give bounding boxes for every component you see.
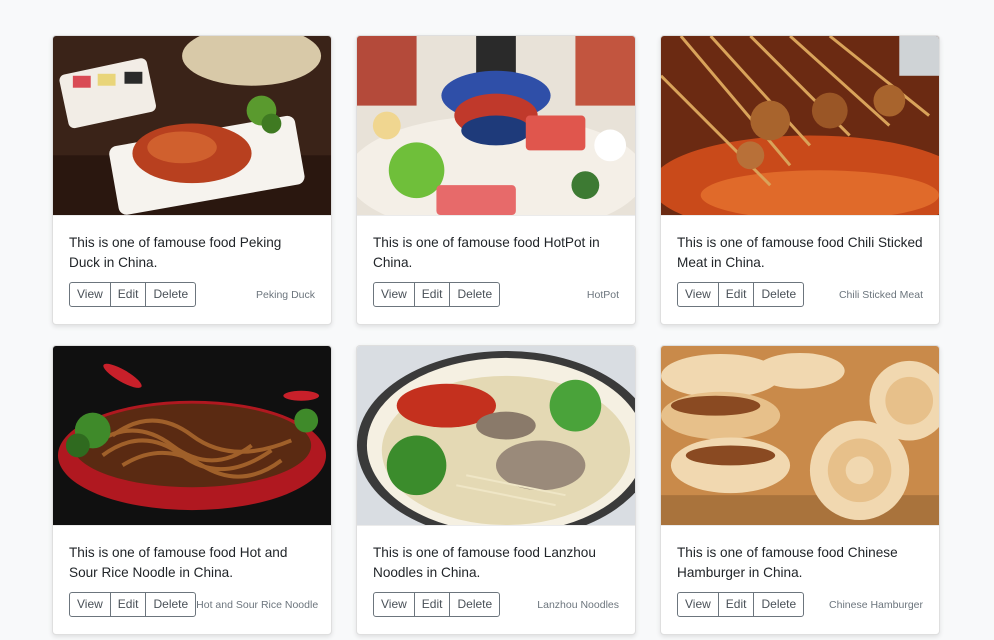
card-actions: View Edit Delete bbox=[373, 592, 501, 617]
delete-button[interactable]: Delete bbox=[449, 592, 501, 617]
view-button[interactable]: View bbox=[69, 282, 111, 307]
view-button[interactable]: View bbox=[373, 282, 415, 307]
card-description: This is one of famouse food Chili Sticke… bbox=[677, 235, 923, 270]
view-button[interactable]: View bbox=[373, 592, 415, 617]
card-description: This is one of famouse food Chinese Hamb… bbox=[677, 545, 898, 580]
food-card-grid: This is one of famouse food Peking Duck … bbox=[52, 35, 940, 635]
card-description: This is one of famouse food HotPot in Ch… bbox=[373, 235, 600, 270]
food-card-hotpot: This is one of famouse food HotPot in Ch… bbox=[356, 35, 636, 325]
card-description: This is one of famouse food Lanzhou Nood… bbox=[373, 545, 596, 580]
chili-sticked-meat-photo bbox=[661, 36, 939, 216]
card-actions: View Edit Delete bbox=[677, 592, 805, 617]
edit-button[interactable]: Edit bbox=[109, 282, 147, 307]
hot-sour-rice-noodle-photo bbox=[53, 346, 331, 526]
edit-button[interactable]: Edit bbox=[109, 592, 147, 617]
food-card-chinese-hamburger: This is one of famouse food Chinese Hamb… bbox=[660, 345, 940, 635]
food-card-hot-sour-rice-noodle: This is one of famouse food Hot and Sour… bbox=[52, 345, 332, 635]
card-description: This is one of famouse food Hot and Sour… bbox=[69, 545, 288, 580]
lanzhou-noodles-photo bbox=[357, 346, 635, 526]
card-actions: View Edit Delete bbox=[677, 282, 805, 307]
delete-button[interactable]: Delete bbox=[145, 592, 197, 617]
edit-button[interactable]: Edit bbox=[413, 592, 451, 617]
food-card-peking-duck: This is one of famouse food Peking Duck … bbox=[52, 35, 332, 325]
view-button[interactable]: View bbox=[677, 592, 719, 617]
edit-button[interactable]: Edit bbox=[717, 592, 755, 617]
delete-button[interactable]: Delete bbox=[145, 282, 197, 307]
card-actions: View Edit Delete bbox=[373, 282, 501, 307]
peking-duck-photo bbox=[53, 36, 331, 216]
delete-button[interactable]: Delete bbox=[753, 282, 805, 307]
card-caption: Chili Sticked Meat bbox=[838, 288, 923, 301]
card-caption: Chinese Hamburger bbox=[829, 598, 923, 611]
delete-button[interactable]: Delete bbox=[753, 592, 805, 617]
edit-button[interactable]: Edit bbox=[413, 282, 451, 307]
delete-button[interactable]: Delete bbox=[449, 282, 501, 307]
chinese-hamburger-photo bbox=[661, 346, 939, 526]
card-actions: View Edit Delete bbox=[69, 592, 197, 617]
view-button[interactable]: View bbox=[69, 592, 111, 617]
food-card-chili-sticked-meat: This is one of famouse food Chili Sticke… bbox=[660, 35, 940, 325]
hotpot-photo bbox=[357, 36, 635, 216]
food-card-lanzhou-noodles: This is one of famouse food Lanzhou Nood… bbox=[356, 345, 636, 635]
edit-button[interactable]: Edit bbox=[717, 282, 755, 307]
card-caption: Lanzhou Noodles bbox=[537, 598, 619, 611]
card-caption: Hot and Sour Rice Noodle bbox=[196, 598, 319, 611]
card-caption: HotPot bbox=[586, 288, 619, 301]
card-caption: Peking Duck bbox=[256, 288, 315, 301]
card-description: This is one of famouse food Peking Duck … bbox=[69, 235, 282, 270]
view-button[interactable]: View bbox=[677, 282, 719, 307]
card-actions: View Edit Delete bbox=[69, 282, 197, 307]
